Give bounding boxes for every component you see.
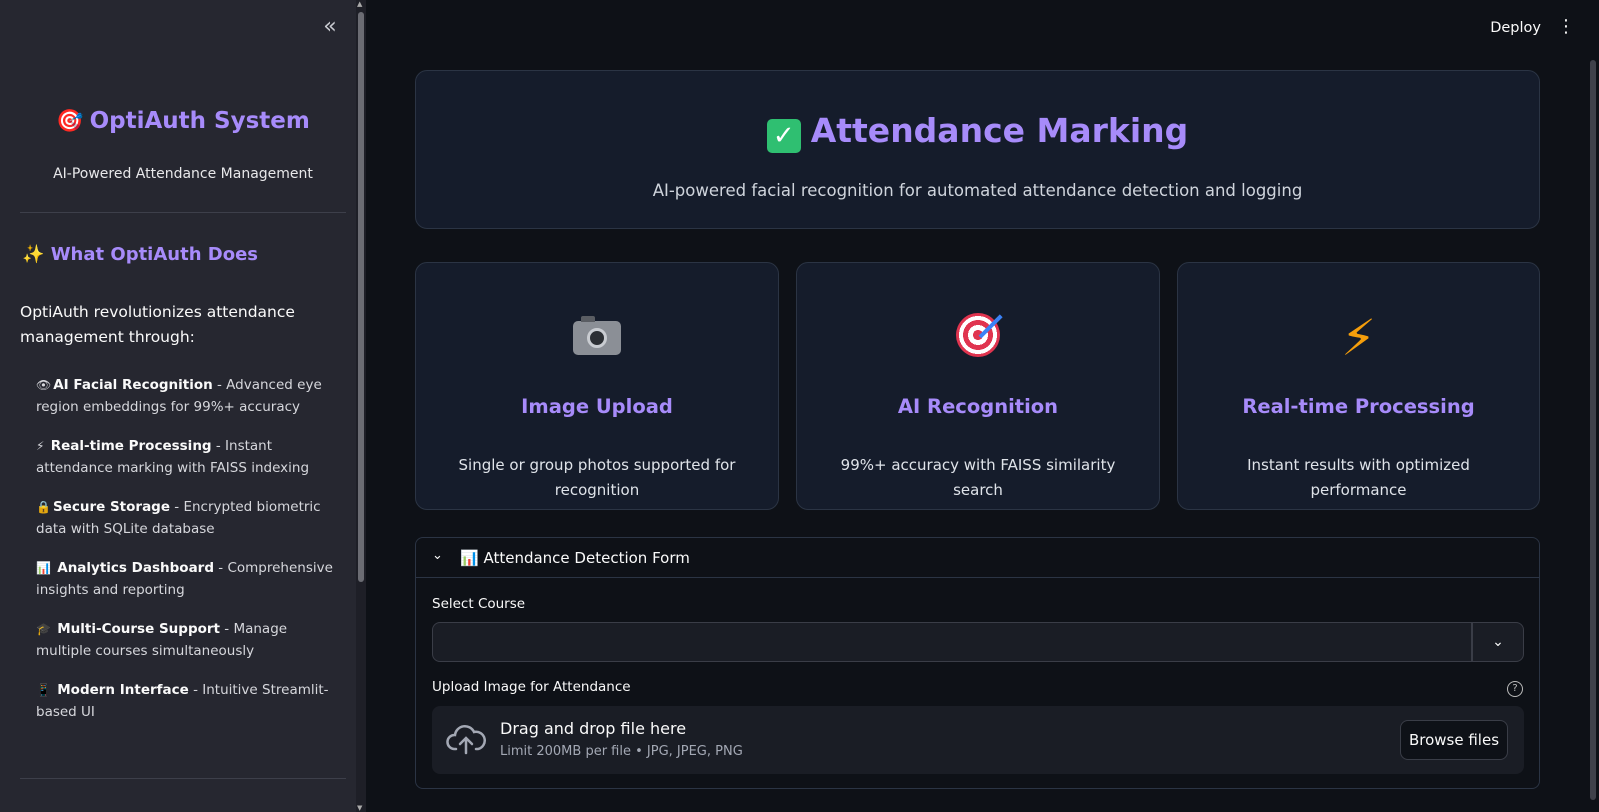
cloud-upload-icon (446, 725, 486, 755)
brand-title-text: OptiAuth System (89, 108, 310, 134)
feature-item: 📱 Modern Interface - Intuitive Streamlit… (36, 679, 346, 723)
sidebar-scrollbar-thumb[interactable] (358, 12, 364, 582)
page-subtitle: AI-powered facial recognition for automa… (652, 181, 1303, 200)
expander-label-text: Attendance Detection Form (483, 549, 690, 567)
file-dropzone[interactable]: Drag and drop file here Limit 200MB per … (432, 706, 1524, 774)
feature-item: 🎓 Multi-Course Support - Manage multiple… (36, 618, 346, 662)
sidebar-scrollbar[interactable]: ▲ ▼ (356, 0, 366, 812)
main-scrollbar-thumb[interactable] (1590, 60, 1596, 800)
chevron-down-icon[interactable]: ⌄ (432, 548, 443, 563)
page-title-text: Attendance Marking (810, 111, 1189, 150)
card-title: Image Upload (521, 395, 673, 418)
eye-icon: 👁 (36, 378, 52, 392)
sidebar-intro: OptiAuth revolutionizes attendance manag… (20, 303, 295, 346)
feature-title: Analytics Dashboard (57, 560, 214, 576)
main-scrollbar[interactable] (1587, 60, 1599, 812)
lightning-icon: ⚡ (1340, 309, 1377, 367)
brand-title: 🎯 OptiAuth System (0, 108, 366, 134)
sidebar: « 🎯 OptiAuth System AI-Powered Attendance… (0, 0, 366, 812)
feature-title: Secure Storage (52, 499, 170, 515)
scroll-up-icon[interactable]: ▲ (357, 0, 362, 8)
attendance-form-expander: ⌄ 📊 Attendance Detection Form Select Cou… (415, 537, 1540, 789)
camera-icon (416, 313, 778, 366)
page-title: ✓ Attendance Marking (416, 111, 1539, 153)
sidebar-divider (20, 778, 346, 779)
card-title: Real-time Processing (1242, 395, 1475, 418)
expander-header[interactable]: ⌄ 📊 Attendance Detection Form (416, 538, 1539, 578)
course-label: Select Course (432, 596, 526, 612)
browse-files-button[interactable]: Browse files (1400, 720, 1508, 760)
dropzone-title: Drag and drop file here (500, 719, 687, 738)
collapse-sidebar-button[interactable]: « (318, 16, 342, 40)
check-mark-icon: ✓ (766, 119, 801, 153)
feature-item: 👁 AI Facial Recognition - Advanced eye re… (36, 374, 346, 418)
deploy-button[interactable]: Deploy (1490, 20, 1541, 36)
target-icon: 🎯 (56, 109, 84, 134)
section-heading-text: What OptiAuth Does (50, 244, 259, 265)
chart-icon: 📊 (460, 549, 479, 567)
chart-icon: 📊 (36, 561, 51, 575)
top-bar: Deploy ⋮ (366, 0, 1599, 60)
feature-card-image-upload: Image Upload Single or group photos supp… (415, 262, 779, 510)
lock-icon: 🔒 (36, 500, 51, 514)
target-icon (797, 313, 1159, 368)
card-desc: Single or group photos supported for rec… (458, 456, 736, 499)
card-desc: Instant results with optimized performan… (1247, 456, 1470, 499)
more-menu-icon[interactable]: ⋮ (1557, 18, 1575, 36)
feature-item: 🔒 Secure Storage - Encrypted biometric da… (36, 496, 346, 540)
dropzone-limit: Limit 200MB per file • JPG, JPEG, PNG (500, 744, 743, 759)
course-select[interactable] (432, 622, 1472, 662)
feature-title: AI Facial Recognition (53, 377, 213, 393)
feature-item: 📊 Analytics Dashboard - Comprehensive in… (36, 557, 346, 601)
chevron-down-icon[interactable]: ⌄ (1472, 622, 1524, 662)
scroll-down-icon[interactable]: ▼ (357, 804, 362, 812)
phone-icon: 📱 (36, 683, 51, 697)
expander-label: 📊 Attendance Detection Form (460, 549, 690, 567)
help-icon[interactable]: ? (1507, 681, 1523, 697)
brand-subtitle: AI-Powered Attendance Management (53, 166, 313, 182)
section-heading: ✨ What OptiAuth Does (22, 244, 258, 265)
sidebar-divider (20, 212, 346, 213)
feature-item: ⚡ Real-time Processing - Instant attenda… (36, 435, 346, 479)
feature-title: Real-time Processing (50, 438, 212, 454)
card-title: AI Recognition (897, 395, 1059, 418)
card-desc: 99%+ accuracy with FAISS similarity sear… (840, 456, 1116, 499)
feature-card-realtime: ⚡ Real-time Processing Instant results w… (1177, 262, 1540, 510)
lightning-icon: ⚡ (36, 439, 45, 453)
graduation-cap-icon: 🎓 (36, 622, 51, 636)
feature-card-ai-recognition: AI Recognition 99%+ accuracy with FAISS … (796, 262, 1160, 510)
upload-label: Upload Image for Attendance (432, 679, 631, 695)
feature-title: Modern Interface (57, 682, 189, 698)
hero-card: ✓ Attendance Marking AI-powered facial re… (415, 70, 1540, 229)
feature-title: Multi-Course Support (57, 621, 220, 637)
feature-list: 👁 AI Facial Recognition - Advanced eye re… (36, 374, 346, 740)
sparkles-icon: ✨ (22, 244, 45, 265)
